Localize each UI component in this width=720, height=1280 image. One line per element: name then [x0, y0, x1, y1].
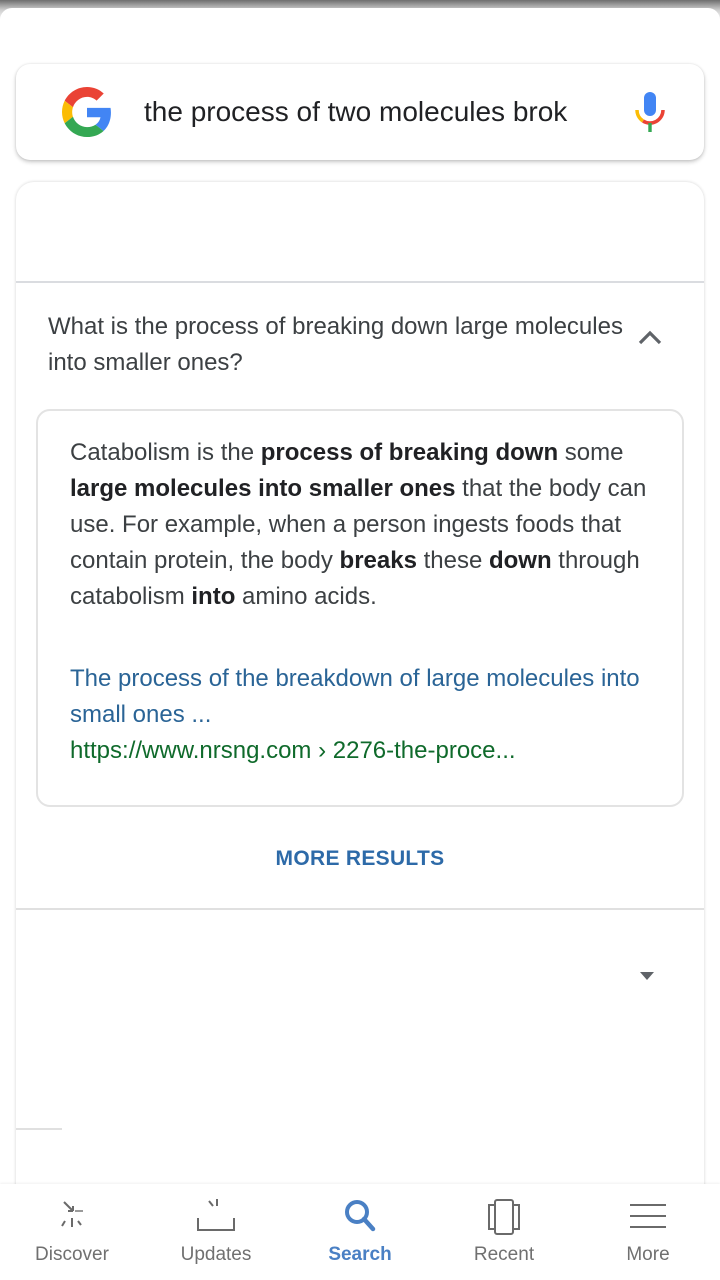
nav-recent[interactable]: Recent: [436, 1184, 572, 1280]
recent-icon: [488, 1199, 520, 1235]
faq-item-expanded: What is the process of breaking down lar…: [16, 283, 704, 877]
nav-discover[interactable]: Discover: [4, 1184, 140, 1280]
answer-segment: some: [558, 439, 624, 466]
faq-question-text: What is the process of breaking down lar…: [48, 313, 623, 376]
menu-icon: [630, 1204, 666, 1228]
nav-label: Discover: [35, 1244, 109, 1265]
answer-highlight: down: [488, 547, 552, 574]
answer-text: Catabolism is the process of breaking do…: [70, 435, 650, 615]
answer-highlight: process of breaking down: [260, 439, 559, 466]
page: What is the process of breaking down lar…: [0, 0, 720, 1280]
discover-icon: [61, 1201, 83, 1227]
nav-label: Updates: [180, 1244, 252, 1265]
google-g-icon: [62, 87, 111, 137]
nav-search[interactable]: Search: [292, 1184, 428, 1280]
answer-snippet: Catabolism is the process of breaking do…: [36, 409, 684, 807]
microphone-icon[interactable]: [632, 88, 668, 136]
nav-label: Search: [328, 1244, 392, 1265]
chevron-up-icon[interactable]: [638, 330, 662, 346]
answer-highlight: breaks: [339, 547, 417, 574]
source-url[interactable]: https://www.nrsng.com › 2276-the-proce..…: [70, 733, 650, 769]
search-input[interactable]: [144, 92, 604, 132]
nav-label: Recent: [473, 1244, 535, 1265]
more-results-button[interactable]: MORE RESULTS: [16, 841, 704, 877]
source-link[interactable]: The process of the breakdown of large mo…: [70, 661, 650, 733]
divider: [16, 1128, 62, 1130]
search-icon: [345, 1200, 376, 1232]
faq-question[interactable]: What is the process of breaking down lar…: [16, 283, 704, 393]
search-bar[interactable]: [16, 64, 704, 160]
nav-more[interactable]: More: [580, 1184, 716, 1280]
bottom-nav: Discover Updates Search Recent More: [0, 1184, 720, 1280]
nav-label: More: [626, 1244, 670, 1265]
answer-highlight: into: [191, 583, 236, 610]
related-questions-card: What is the process of breaking down lar…: [16, 182, 704, 1192]
caret-down-icon[interactable]: [640, 972, 654, 980]
answer-segment: these: [416, 547, 489, 574]
faq-item-collapsed[interactable]: [16, 910, 704, 1130]
status-bar-redacted: [0, 0, 720, 48]
answer-highlight: large molecules into smaller ones: [70, 475, 456, 502]
answer-segment: amino acids.: [235, 583, 377, 610]
redacted-section: [16, 182, 704, 283]
updates-icon: [197, 1199, 235, 1231]
answer-segment: Catabolism is the: [70, 439, 261, 466]
nav-updates[interactable]: Updates: [148, 1184, 284, 1280]
